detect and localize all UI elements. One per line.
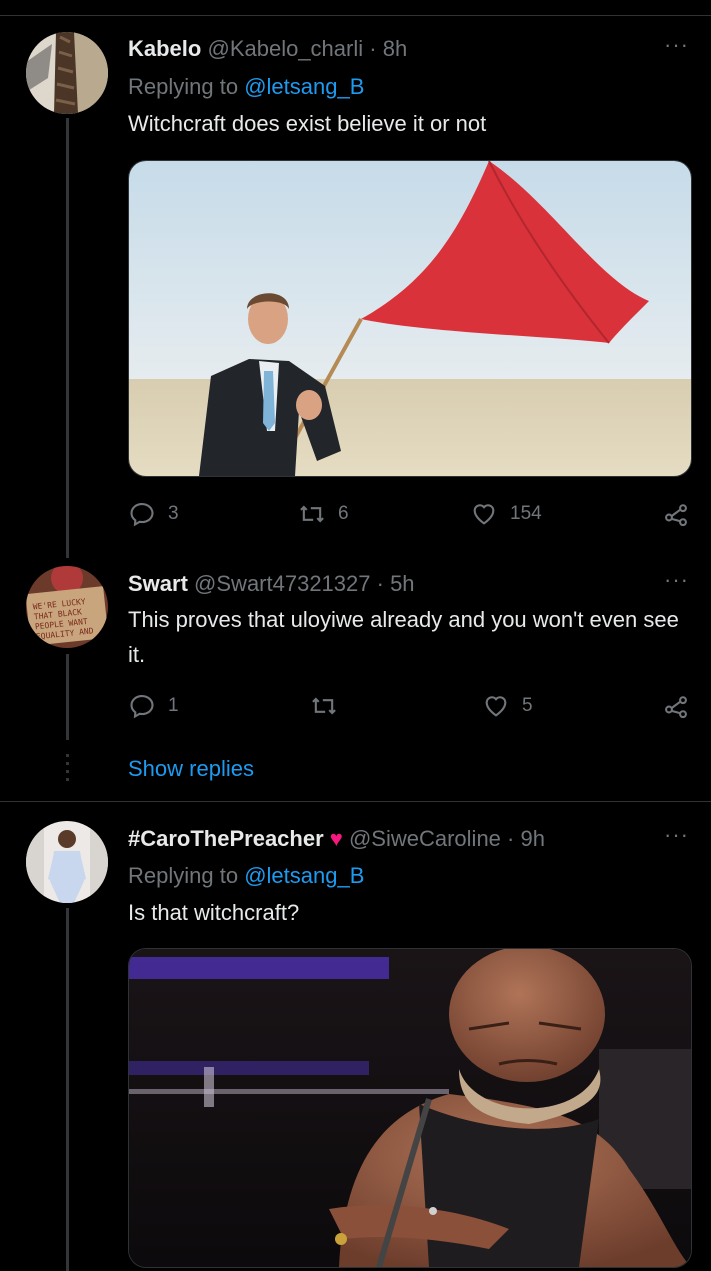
tweet-time[interactable]: · 5h (377, 571, 415, 596)
retweet-count: 6 (338, 503, 349, 524)
avatar[interactable] (26, 32, 108, 114)
share-icon (665, 696, 687, 719)
thread-line (66, 908, 69, 1271)
tweet-header: Swart @Swart47321327 · 5h (128, 571, 415, 597)
reply-count: 3 (168, 503, 179, 524)
like-count: 5 (522, 695, 533, 716)
tweet-divider (0, 801, 711, 802)
more-icon[interactable]: ··· (664, 567, 689, 593)
tweet-image-red-flag[interactable] (128, 160, 692, 477)
heart-emoji: ♥ (329, 826, 343, 851)
show-replies-link[interactable]: Show replies (128, 756, 254, 782)
thread-dots (66, 754, 69, 784)
reply-icon (130, 503, 154, 527)
tweet-header: Kabelo @Kabelo_charli · 8h (128, 36, 407, 62)
avatar[interactable]: WE'RE LUCKY THAT BLACK PEOPLE WANT EQUAL… (26, 566, 108, 648)
reply-mention-link[interactable]: @letsang_B (244, 863, 364, 888)
reply-button[interactable]: 1 (128, 692, 179, 720)
top-divider (0, 15, 711, 16)
share-icon (665, 504, 687, 527)
thread-line (66, 118, 69, 558)
like-button[interactable]: 154 (470, 500, 542, 528)
like-button[interactable]: 5 (482, 692, 533, 720)
retweet-button[interactable]: 6 (298, 500, 349, 528)
tweet-image-man[interactable] (128, 948, 692, 1268)
share-button[interactable] (662, 500, 690, 528)
tweet-header: #CaroThePreacher ♥ @SiweCaroline · 9h (128, 826, 545, 852)
tweet-time[interactable]: · 8h (369, 36, 407, 61)
user-handle[interactable]: @SiweCaroline (349, 826, 501, 851)
replying-to-label: Replying to (128, 863, 239, 888)
reply-icon (130, 695, 154, 719)
display-name[interactable]: #CaroThePreacher (128, 826, 324, 851)
more-icon[interactable]: ··· (664, 822, 689, 848)
retweet-button[interactable] (310, 692, 350, 720)
replying-to: Replying to @letsang_B (128, 863, 364, 889)
tweet-time[interactable]: · 9h (507, 826, 545, 851)
like-count: 154 (510, 503, 542, 524)
tweet-actions: 1 5 (128, 692, 694, 722)
display-name[interactable]: Swart (128, 571, 188, 596)
display-name[interactable]: Kabelo (128, 36, 201, 61)
retweet-icon (312, 697, 336, 715)
tweet-text: Witchcraft does exist believe it or not (128, 111, 487, 136)
avatar[interactable] (26, 821, 108, 903)
thread-line (66, 654, 69, 740)
reply-count: 1 (168, 695, 179, 716)
heart-icon (485, 696, 507, 717)
retweet-icon (300, 505, 324, 523)
replying-to-label: Replying to (128, 74, 239, 99)
user-handle[interactable]: @Kabelo_charli (207, 36, 363, 61)
tweet-actions: 3 6 154 (128, 500, 694, 530)
reply-mention-link[interactable]: @letsang_B (244, 74, 364, 99)
share-button[interactable] (662, 692, 690, 720)
tweet-text: Is that witchcraft? (128, 900, 300, 925)
heart-icon (473, 504, 495, 525)
replying-to: Replying to @letsang_B (128, 74, 364, 100)
reply-button[interactable]: 3 (128, 500, 179, 528)
more-icon[interactable]: ··· (664, 32, 689, 58)
user-handle[interactable]: @Swart47321327 (194, 571, 370, 596)
tweet-text: This proves that uloyiwe already and you… (128, 607, 679, 667)
